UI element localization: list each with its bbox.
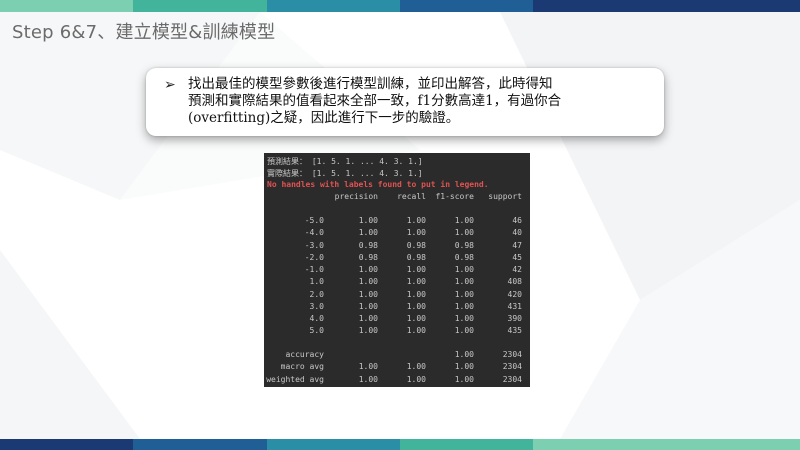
bottom-band-segment: [533, 439, 667, 450]
report-summary-recall: 1.00: [406, 362, 426, 372]
report-cell-support: 420: [507, 289, 522, 299]
report-summary-label: macro avg: [280, 362, 324, 372]
report-cell-recall: 1.00: [406, 289, 426, 299]
callout-box: ➢ 找出最佳的模型參數後進行模型訓練，並印出解答，此時得知 預測和實際結果的值看…: [146, 68, 664, 136]
report-cell-recall: 1.00: [406, 326, 426, 336]
report-cell-f1: 1.00: [454, 228, 474, 238]
top-color-band: [0, 0, 800, 12]
report-cell-support: 40: [512, 228, 522, 238]
report-summary-precision: 1.00: [358, 362, 378, 372]
report-summary-support: 2304: [502, 374, 522, 384]
console-output-panel: 預測結果： [1. 5. 1. ... 4. 3. 1.] 實際結果： [1. …: [264, 153, 530, 387]
report-row-label: -1.0: [304, 265, 324, 274]
report-summary-support: 2304: [502, 362, 522, 372]
report-cell-precision: 1.00: [358, 301, 378, 311]
top-band-segment: [266, 0, 400, 12]
report-cell-precision: 1.00: [358, 228, 378, 238]
callout-line: 找出最佳的模型參數後進行模型訓練，並印出解答，此時得知: [188, 76, 553, 92]
report-cell-precision: 0.98: [358, 240, 378, 250]
report-cell-precision: 1.00: [358, 289, 378, 299]
report-cell-support: 42: [512, 265, 522, 274]
report-cell-recall: 0.98: [406, 252, 426, 262]
report-summary-f1: 1.00: [454, 350, 474, 359]
arrow-bullet-icon: ➢: [164, 77, 176, 93]
report-row-label: -3.0: [304, 240, 324, 250]
report-cell-precision: 1.00: [358, 277, 378, 287]
report-cell-f1: 1.00: [454, 265, 474, 274]
report-cell-f1: 0.98: [454, 240, 474, 250]
report-cell-f1: 1.00: [454, 216, 474, 225]
bottom-band-segment: [266, 439, 400, 450]
report-summary-recall: 1.00: [406, 374, 426, 384]
callout-line: (overfitting)之疑，因此進行下一步的驗證。: [188, 110, 460, 126]
report-summary-support: 2304: [502, 350, 522, 359]
legend-warning-line: No handles with labels found to put in l…: [267, 180, 489, 189]
report-cell-f1: 1.00: [454, 314, 474, 323]
actual-result-line: 實際結果： [1. 5. 1. ... 4. 3. 1.]: [267, 169, 423, 178]
report-cell-precision: 1.00: [358, 265, 378, 274]
report-cell-recall: 1.00: [406, 228, 426, 238]
report-cell-f1: 1.00: [454, 301, 474, 311]
report-cell-f1: 1.00: [454, 289, 474, 299]
bottom-band-segment: [133, 439, 267, 450]
report-cell-support: 408: [507, 277, 522, 287]
report-row-label: 4.0: [309, 314, 324, 323]
report-row-label: 5.0: [309, 326, 324, 336]
top-band-segment: [533, 0, 667, 12]
report-header-precision: precision: [334, 192, 378, 201]
prediction-result-line: 預測結果： [1. 5. 1. ... 4. 3. 1.]: [267, 157, 423, 166]
report-row-label: -5.0: [304, 216, 324, 225]
report-cell-f1: 1.00: [454, 326, 474, 336]
report-summary-label: weighted avg: [266, 374, 324, 384]
report-cell-support: 45: [512, 252, 522, 262]
report-header-recall: recall: [397, 192, 426, 201]
report-cell-f1: 1.00: [454, 277, 474, 287]
report-row-label: 2.0: [309, 289, 324, 299]
report-cell-f1: 0.98: [454, 252, 474, 262]
top-band-segment: [133, 0, 267, 12]
report-cell-recall: 1.00: [406, 216, 426, 225]
report-cell-precision: 0.98: [358, 252, 378, 262]
top-band-segment: [399, 0, 534, 12]
callout-text: 找出最佳的模型參數後進行模型訓練，並印出解答，此時得知 預測和實際結果的值看起來…: [188, 76, 658, 127]
bottom-band-segment: [399, 439, 534, 450]
callout-line: 預測和實際結果的值看起來全部一致，f1分數高達1，有過你合: [188, 93, 562, 109]
report-header-f1-score: f1-score: [435, 192, 474, 201]
report-cell-support: 47: [512, 240, 522, 250]
top-band-segment: [666, 0, 800, 12]
report-cell-recall: 1.00: [406, 301, 426, 311]
report-summary-f1: 1.00: [454, 374, 474, 384]
report-cell-recall: 1.00: [406, 314, 426, 323]
report-cell-recall: 1.00: [406, 277, 426, 287]
report-row-label: 1.0: [309, 277, 324, 287]
slide-title: Step 6&7、建立模型&訓練模型: [12, 22, 276, 43]
report-cell-precision: 1.00: [358, 326, 378, 336]
report-cell-precision: 1.00: [358, 314, 378, 323]
report-cell-support: 390: [507, 314, 522, 323]
bottom-color-band: [0, 439, 800, 450]
report-row-label: -2.0: [304, 252, 324, 262]
bottom-band-segment: [666, 439, 800, 450]
report-summary-precision: 1.00: [358, 374, 378, 384]
report-summary-label: accuracy: [285, 350, 324, 359]
report-header-support: support: [488, 192, 522, 201]
report-row-label: 3.0: [309, 301, 324, 311]
report-cell-support: 435: [507, 326, 522, 336]
top-band-segment: [0, 0, 134, 12]
report-cell-support: 46: [512, 216, 522, 225]
report-row-label: -4.0: [304, 228, 324, 238]
bottom-band-segment: [0, 439, 134, 450]
report-cell-precision: 1.00: [358, 216, 378, 225]
report-summary-f1: 1.00: [454, 362, 474, 372]
report-cell-support: 431: [507, 301, 522, 311]
report-cell-recall: 1.00: [406, 265, 426, 274]
report-cell-recall: 0.98: [406, 240, 426, 250]
